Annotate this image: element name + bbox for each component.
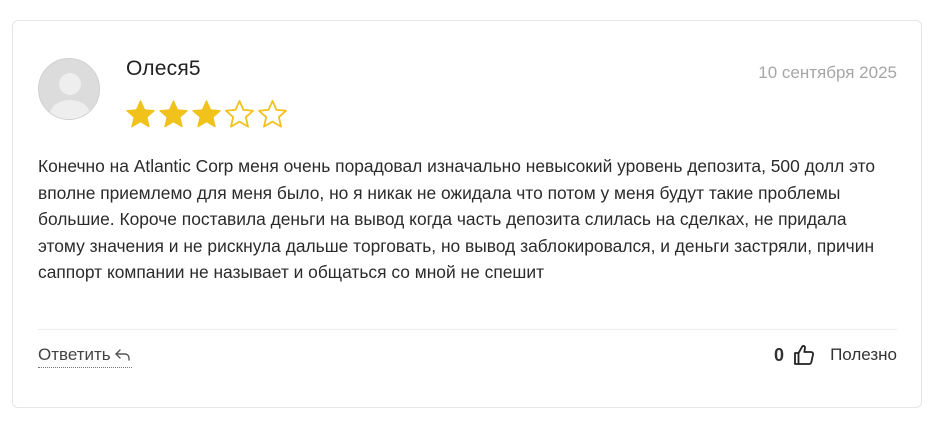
rating-stars <box>125 99 288 130</box>
helpful-section: 0 Полезно <box>774 343 897 367</box>
divider <box>38 329 897 330</box>
reply-arrow-icon <box>114 349 130 361</box>
avatar <box>38 58 100 120</box>
helpful-count: 0 <box>774 344 785 365</box>
review-card: Олеся5 10 сентября 2025 Конечно на Atlan… <box>12 20 922 408</box>
star-outline-icon <box>258 100 287 128</box>
review-text: Конечно на Atlantic Corp меня очень пора… <box>38 156 876 282</box>
review-author: Олеся5 <box>126 57 201 80</box>
star-filled-icon <box>126 100 155 128</box>
review-date: 10 сентября 2025 <box>758 63 897 82</box>
star-filled-icon <box>159 100 188 128</box>
reply-label: Ответить <box>38 345 111 364</box>
reply-button[interactable]: Ответить <box>38 345 132 368</box>
helpful-button[interactable]: Полезно <box>830 345 897 365</box>
star-filled-icon <box>192 100 221 128</box>
user-placeholder-icon <box>39 59 99 119</box>
thumbs-up-icon[interactable] <box>792 343 816 367</box>
star-outline-icon <box>225 100 254 128</box>
